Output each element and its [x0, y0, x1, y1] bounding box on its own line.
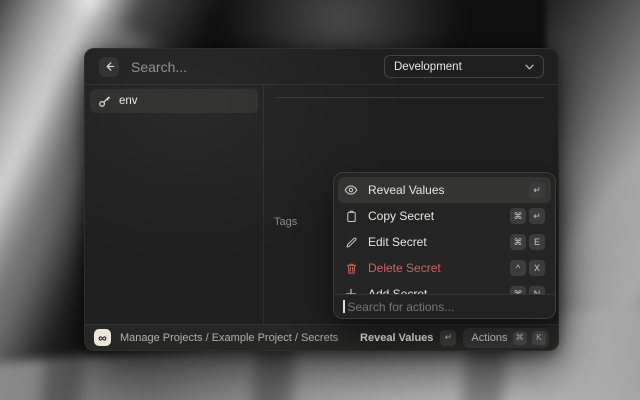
- breadcrumb: Manage Projects / Example Project / Secr…: [120, 332, 338, 344]
- app-logo-infinity-icon: ∞: [94, 329, 111, 346]
- menu-item-copy-secret[interactable]: Copy Secret ⌘ ↵: [338, 203, 551, 229]
- trash-icon: [344, 262, 358, 275]
- shortcut-keys: ↵: [529, 182, 545, 198]
- menu-item-delete-secret[interactable]: Delete Secret ^ X: [338, 255, 551, 281]
- menu-item-label: Delete Secret: [368, 261, 441, 275]
- key-icon: [98, 95, 111, 108]
- shortcut-keys: ^ X: [510, 260, 545, 276]
- pencil-icon: [344, 236, 358, 249]
- return-key-badge: ↵: [529, 182, 545, 198]
- chevron-down-icon: [525, 64, 534, 70]
- menu-item-label: Reveal Values: [368, 183, 445, 197]
- arrow-left-icon: [104, 61, 115, 72]
- detail-divider: [276, 97, 544, 98]
- e-key-badge: E: [529, 234, 545, 250]
- actions-context-menu: Reveal Values ↵ Copy Secret ⌘ ↵: [333, 172, 556, 319]
- text-caret: [343, 300, 345, 313]
- search-input[interactable]: Search...: [131, 59, 187, 75]
- statusbar: ∞ Manage Projects / Example Project / Se…: [85, 324, 558, 350]
- primary-action-label[interactable]: Reveal Values: [360, 332, 433, 344]
- menu-item-label: Add Secret: [368, 287, 427, 294]
- menu-item-add-secret[interactable]: Add Secret ⌘ N: [338, 281, 551, 294]
- sidebar-item-label: env: [119, 95, 138, 107]
- control-key-badge: ^: [510, 260, 526, 276]
- sidebar-item-env[interactable]: env: [90, 89, 258, 113]
- shortcut-keys: ⌘ N: [510, 286, 545, 294]
- x-key-badge: X: [529, 260, 545, 276]
- command-key-badge: ⌘: [513, 331, 528, 345]
- desktop: Search... Development env Tags: [0, 0, 640, 400]
- return-key-badge: ↵: [529, 208, 545, 224]
- menu-list: Reveal Values ↵ Copy Secret ⌘ ↵: [334, 173, 555, 294]
- command-key-badge: ⌘: [510, 208, 526, 224]
- statusbar-actions: Reveal Values ↵ Actions ⌘ K: [360, 328, 549, 348]
- shortcut-keys: ⌘ ↵: [510, 208, 545, 224]
- menu-item-edit-secret[interactable]: Edit Secret ⌘ E: [338, 229, 551, 255]
- return-key-badge: ↵: [440, 330, 456, 346]
- actions-button[interactable]: Actions ⌘ K: [463, 328, 549, 348]
- menu-search-placeholder: Search for actions...: [348, 300, 455, 314]
- menu-search-input[interactable]: Search for actions...: [334, 294, 555, 318]
- menu-item-reveal-values[interactable]: Reveal Values ↵: [338, 177, 551, 203]
- environment-dropdown[interactable]: Development: [384, 55, 544, 78]
- eye-icon: [344, 183, 358, 197]
- menu-item-label: Copy Secret: [368, 209, 434, 223]
- command-key-badge: ⌘: [510, 234, 526, 250]
- topbar: Search... Development: [85, 49, 558, 85]
- actions-label: Actions: [471, 332, 507, 344]
- back-button[interactable]: [99, 57, 119, 77]
- command-key-badge: ⌘: [510, 286, 526, 294]
- menu-item-label: Edit Secret: [368, 235, 427, 249]
- clipboard-icon: [344, 210, 358, 223]
- shortcut-keys: ⌘ E: [510, 234, 545, 250]
- environment-dropdown-value: Development: [394, 61, 462, 73]
- n-key-badge: N: [529, 286, 545, 294]
- k-key-badge: K: [532, 331, 546, 345]
- tags-label: Tags: [274, 216, 297, 228]
- sidebar: env: [85, 85, 264, 324]
